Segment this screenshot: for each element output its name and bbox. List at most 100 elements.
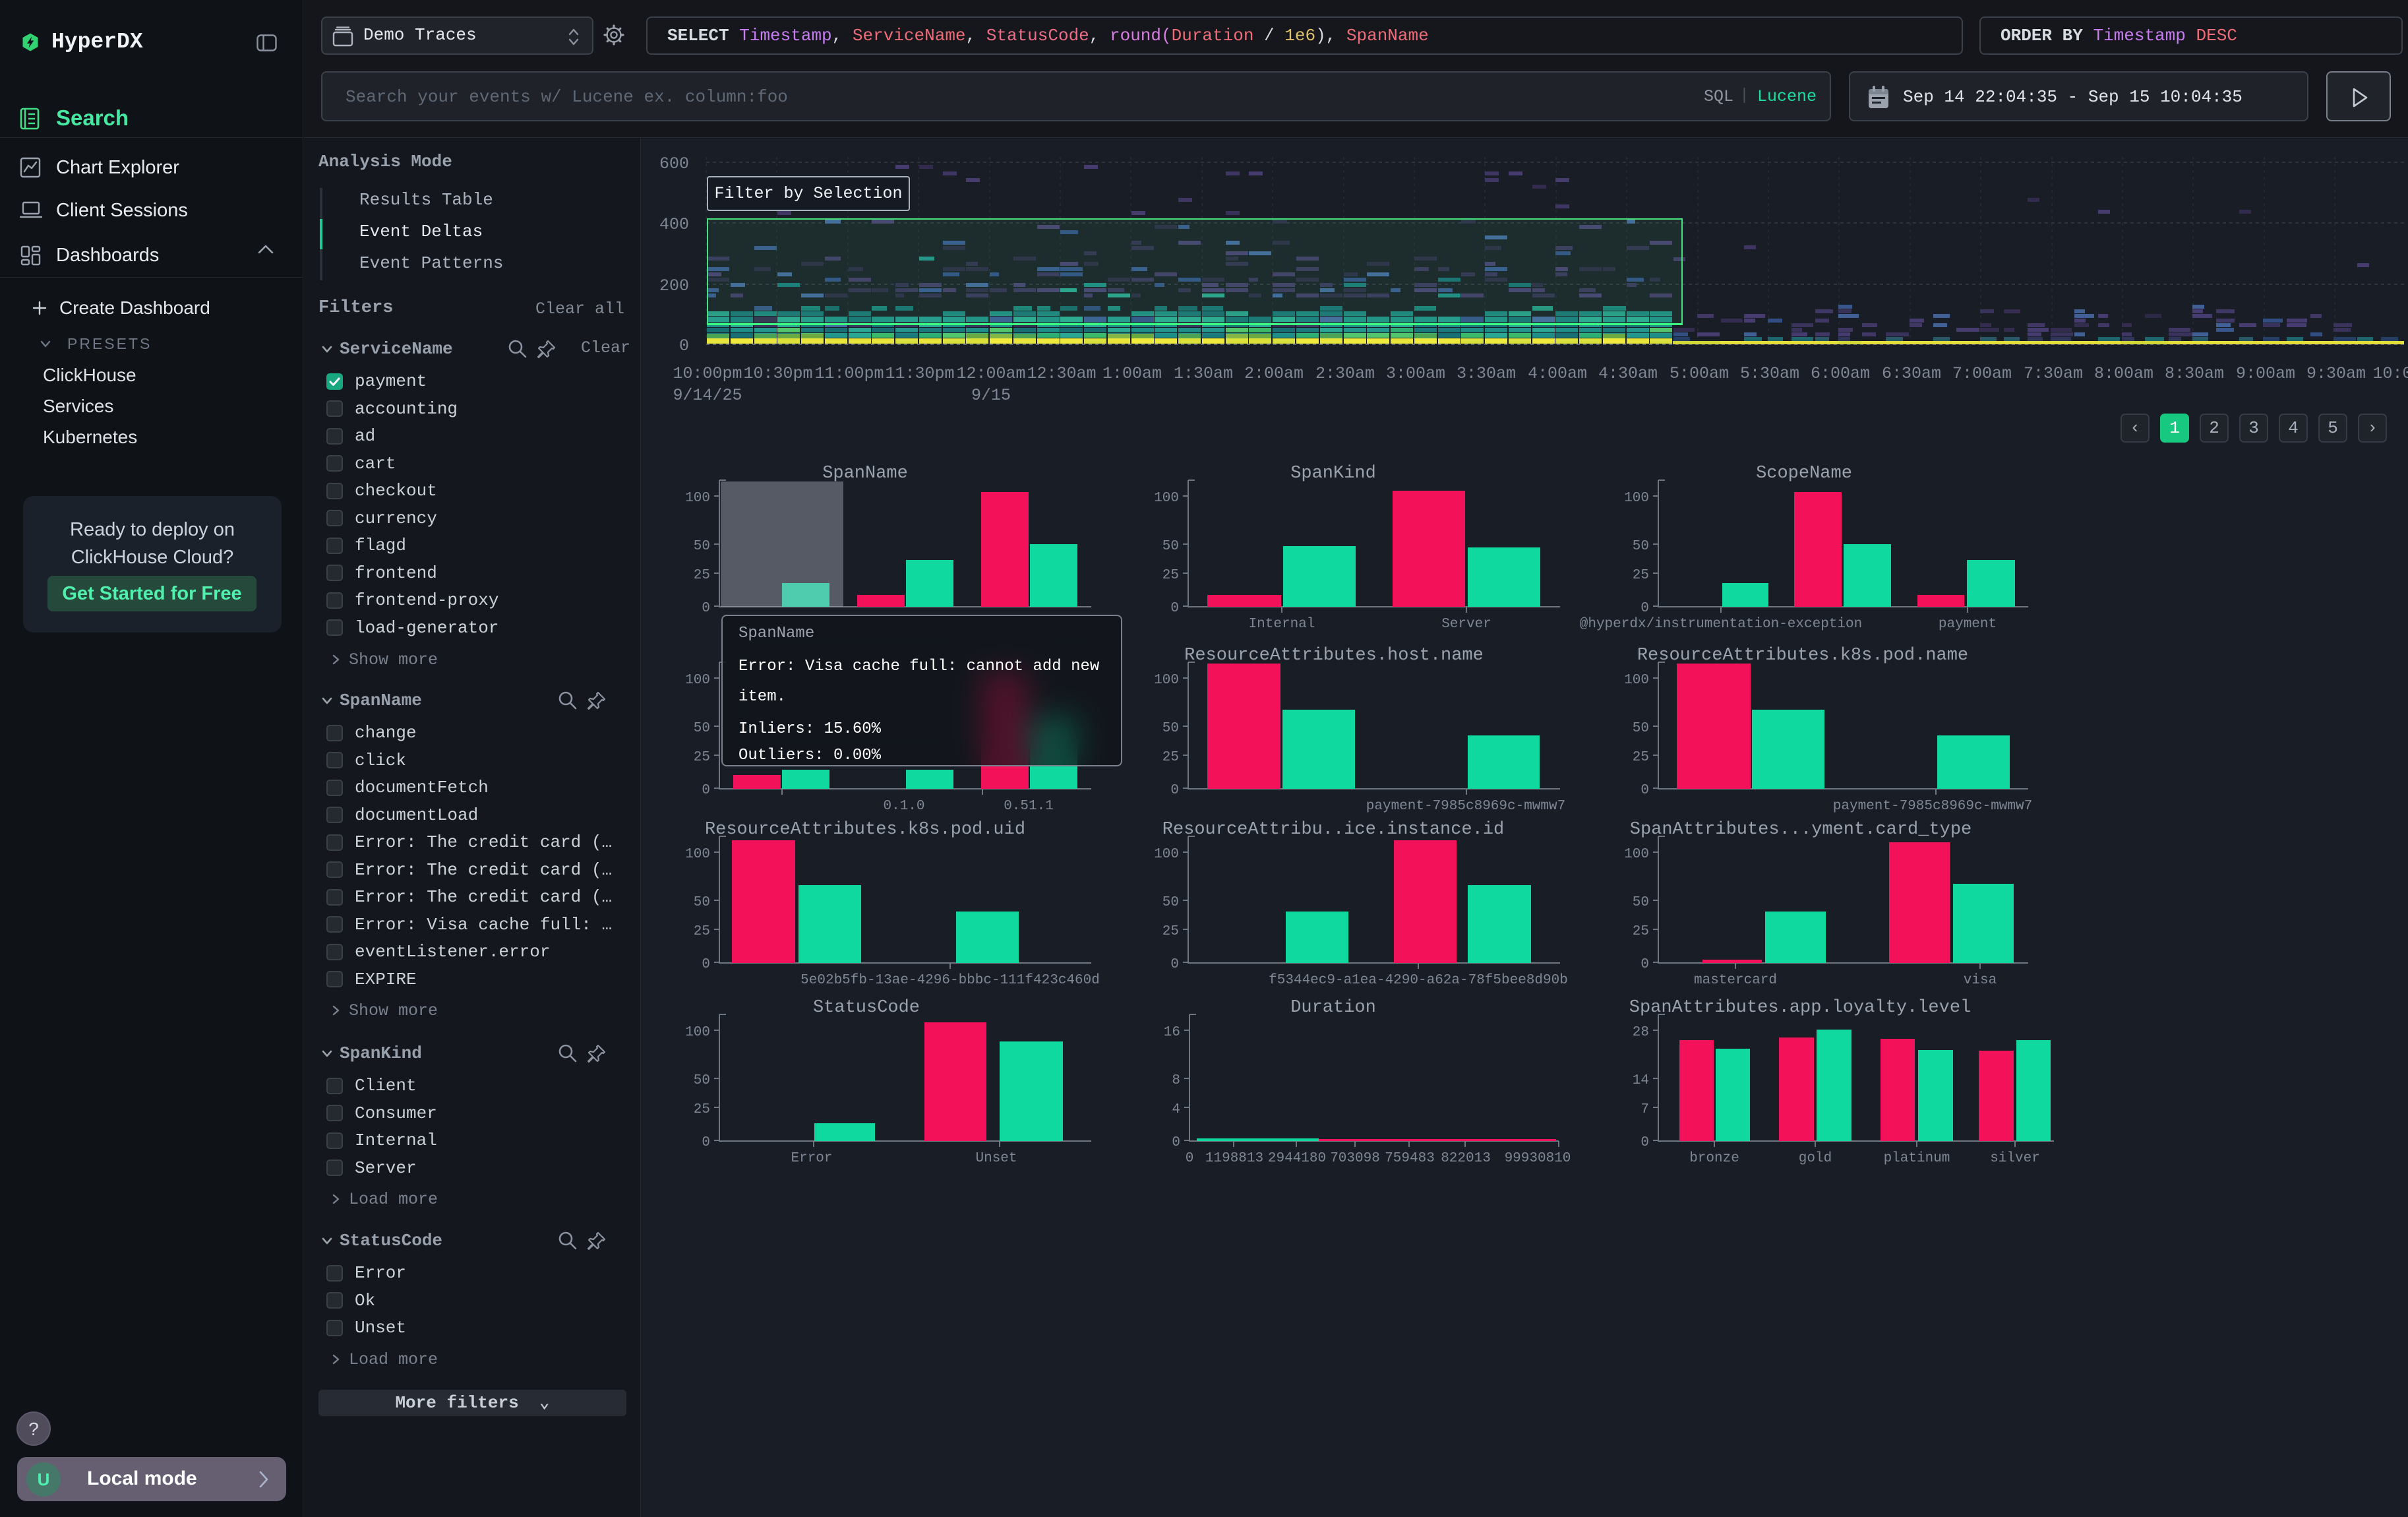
- svg-text:0: 0: [1186, 1151, 1194, 1166]
- svg-text:0: 0: [1170, 957, 1179, 972]
- svg-text:payment: payment: [1939, 617, 1997, 632]
- svg-text:50: 50: [1162, 895, 1179, 910]
- svg-text:8:00am: 8:00am: [2094, 364, 2153, 383]
- svg-text:100: 100: [1154, 847, 1179, 862]
- svg-text:bronze: bronze: [1689, 1151, 1739, 1166]
- svg-text:6:00am: 6:00am: [1811, 364, 1870, 383]
- svg-text:Server: Server: [1441, 617, 1491, 632]
- svg-text:0.51.1: 0.51.1: [1004, 799, 1054, 814]
- svg-text:25: 25: [694, 568, 710, 583]
- svg-text:Error: Error: [791, 1151, 832, 1166]
- svg-text:822013: 822013: [1441, 1151, 1491, 1166]
- svg-text:25: 25: [1162, 924, 1179, 939]
- svg-text:ScopeName: ScopeName: [1756, 464, 1852, 483]
- svg-text:0: 0: [702, 783, 710, 798]
- svg-text:Internal: Internal: [1249, 617, 1315, 632]
- svg-text:12:00am: 12:00am: [956, 364, 1025, 383]
- svg-text:100: 100: [685, 491, 710, 506]
- svg-text:SpanAttributes...yment.card_ty: SpanAttributes...yment.card_type: [1630, 820, 1972, 840]
- svg-text:50: 50: [694, 721, 710, 736]
- svg-text:2944180: 2944180: [1268, 1151, 1326, 1166]
- svg-text:1:30am: 1:30am: [1174, 364, 1233, 383]
- svg-text:0: 0: [679, 336, 689, 356]
- svg-text:200: 200: [659, 276, 689, 295]
- svg-text:SpanName: SpanName: [822, 464, 908, 483]
- svg-text:5e02b5fb-13ae-4296-bbbc-111f42: 5e02b5fb-13ae-4296-bbbc-111f423c460d: [800, 973, 1100, 988]
- svg-text:0: 0: [1640, 601, 1649, 616]
- svg-text:25: 25: [1633, 750, 1649, 765]
- svg-text:25: 25: [694, 1102, 710, 1117]
- svg-text:@hyperdx/instrumentation-excep: @hyperdx/instrumentation-exception: [1580, 617, 1862, 632]
- svg-text:0.1.0: 0.1.0: [883, 799, 924, 814]
- svg-text:25: 25: [1162, 750, 1179, 765]
- svg-text:StatusCode: StatusCode: [813, 998, 920, 1018]
- svg-text:10:00am: 10:00am: [2372, 364, 2408, 383]
- svg-text:gold: gold: [1799, 1151, 1832, 1166]
- svg-text:50: 50: [1633, 895, 1649, 910]
- svg-text:payment-7985c8969c-mwmw7: payment-7985c8969c-mwmw7: [1366, 799, 1565, 814]
- svg-text:ResourceAttribu..ice.instance.: ResourceAttribu..ice.instance.id: [1162, 820, 1504, 840]
- svg-text:7:00am: 7:00am: [1952, 364, 2012, 383]
- svg-text:silver: silver: [1990, 1151, 2040, 1166]
- svg-text:0: 0: [702, 601, 710, 616]
- svg-text:50: 50: [694, 539, 710, 554]
- svg-text:Duration: Duration: [1290, 998, 1376, 1018]
- svg-text:9/15: 9/15: [971, 386, 1011, 405]
- svg-text:2:00am: 2:00am: [1244, 364, 1304, 383]
- svg-text:100: 100: [685, 673, 710, 688]
- svg-text:0: 0: [1640, 1135, 1649, 1150]
- svg-text:SpanAttributes.app.loyalty.lev: SpanAttributes.app.loyalty.level: [1629, 998, 1971, 1018]
- svg-text:9:30am: 9:30am: [2306, 364, 2366, 383]
- svg-text:50: 50: [694, 1073, 710, 1088]
- svg-text:759483: 759483: [1385, 1151, 1435, 1166]
- svg-text:0: 0: [702, 1135, 710, 1150]
- svg-text:6:30am: 6:30am: [1882, 364, 1941, 383]
- svg-text:ResourceAttributes.k8s.pod.uid: ResourceAttributes.k8s.pod.uid: [705, 820, 1025, 840]
- svg-text:100: 100: [1624, 673, 1649, 688]
- svg-text:100: 100: [1624, 847, 1649, 862]
- svg-text:100: 100: [685, 1025, 710, 1040]
- svg-text:14: 14: [1633, 1073, 1649, 1088]
- svg-text:99930810: 99930810: [1505, 1151, 1571, 1166]
- svg-text:payment-7985c8969c-mwmw7: payment-7985c8969c-mwmw7: [1833, 799, 2032, 814]
- svg-text:28: 28: [1633, 1025, 1649, 1040]
- svg-text:703098: 703098: [1330, 1151, 1380, 1166]
- svg-text:mastercard: mastercard: [1694, 973, 1777, 988]
- svg-text:9:00am: 9:00am: [2236, 364, 2295, 383]
- svg-text:12:30am: 12:30am: [1027, 364, 1096, 383]
- svg-text:50: 50: [694, 895, 710, 910]
- svg-text:8: 8: [1172, 1073, 1180, 1088]
- svg-text:600: 600: [659, 154, 689, 173]
- svg-text:ResourceAttributes.k8s.pod.nam: ResourceAttributes.k8s.pod.name: [1637, 646, 1968, 666]
- svg-text:4:30am: 4:30am: [1598, 364, 1658, 383]
- svg-text:50: 50: [1633, 721, 1649, 736]
- svg-text:25: 25: [1633, 924, 1649, 939]
- svg-text:100: 100: [1154, 491, 1179, 506]
- svg-text:0: 0: [1172, 1135, 1180, 1150]
- svg-text:Unset: Unset: [975, 1151, 1017, 1166]
- svg-text:ResourceAttributes.host.name: ResourceAttributes.host.name: [1184, 646, 1484, 666]
- svg-text:0: 0: [702, 957, 710, 972]
- svg-text:visa: visa: [1964, 973, 1997, 988]
- svg-text:25: 25: [1633, 568, 1649, 583]
- svg-text:1:00am: 1:00am: [1102, 364, 1162, 383]
- svg-text:50: 50: [1162, 539, 1179, 554]
- svg-text:10:30pm: 10:30pm: [743, 364, 812, 383]
- svg-text:4: 4: [1172, 1102, 1180, 1117]
- svg-text:0: 0: [1640, 957, 1649, 972]
- svg-text:25: 25: [694, 924, 710, 939]
- svg-text:11:00pm: 11:00pm: [814, 364, 884, 383]
- svg-text:7: 7: [1640, 1102, 1649, 1117]
- svg-text:0: 0: [1170, 783, 1179, 798]
- svg-text:50: 50: [1162, 721, 1179, 736]
- svg-text:4:00am: 4:00am: [1528, 364, 1587, 383]
- svg-text:11:30pm: 11:30pm: [885, 364, 954, 383]
- svg-text:3:00am: 3:00am: [1386, 364, 1445, 383]
- svg-text:0: 0: [1640, 783, 1649, 798]
- svg-text:7:30am: 7:30am: [2024, 364, 2083, 383]
- svg-text:9/14/25: 9/14/25: [673, 386, 742, 405]
- svg-text:25: 25: [694, 750, 710, 765]
- svg-text:1198813: 1198813: [1205, 1151, 1263, 1166]
- svg-text:10:00pm: 10:00pm: [673, 364, 742, 383]
- svg-text:25: 25: [1162, 568, 1179, 583]
